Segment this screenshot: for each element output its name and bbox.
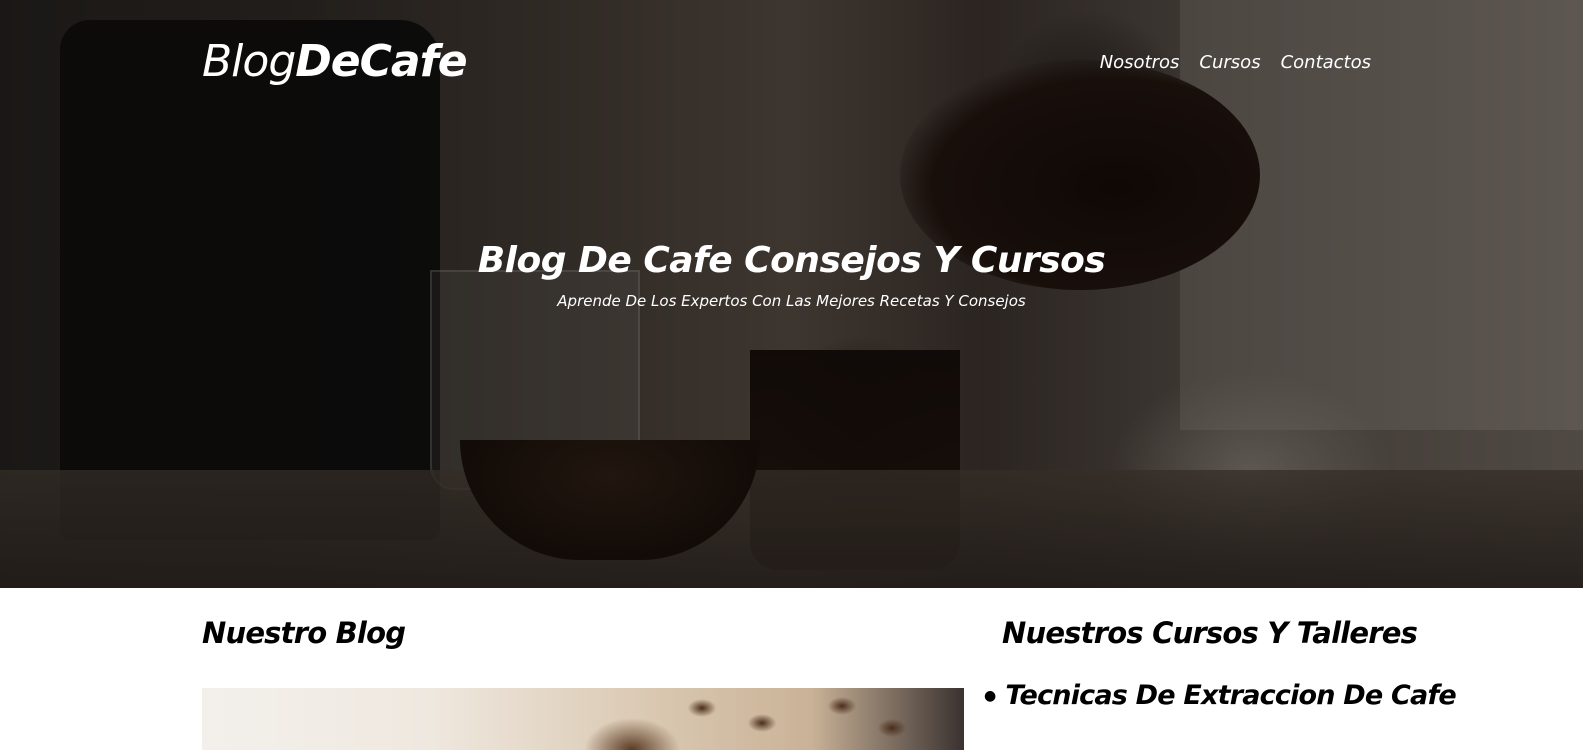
course-item-label: Tecnicas De Extraccion De Cafe <box>1005 680 1456 711</box>
hero-title: Blog De Cafe Consejos Y Cursos <box>477 240 1106 281</box>
nav-link-contactos[interactable]: Contactos <box>1281 52 1371 73</box>
site-logo[interactable]: BlogDeCafe <box>202 36 468 87</box>
blog-entry-image[interactable] <box>202 688 964 750</box>
nav-link-cursos[interactable]: Cursos <box>1199 52 1260 73</box>
logo-light-text: Blog <box>202 36 296 87</box>
hero-banner: BlogDeCafe Nosotros Cursos Contactos Blo… <box>0 0 1583 588</box>
courses-heading: Nuestros Cursos Y Talleres <box>1002 616 1418 650</box>
bullet-icon: ● <box>984 687 996 704</box>
hero-subtitle: Aprende De Los Expertos Con Las Mejores … <box>557 292 1026 310</box>
course-item[interactable]: ● Tecnicas De Extraccion De Cafe <box>984 680 1457 711</box>
courses-list: ● Tecnicas De Extraccion De Cafe <box>984 680 1457 711</box>
nav-link-nosotros[interactable]: Nosotros <box>1100 52 1180 73</box>
logo-bold-text: DeCafe <box>295 36 467 87</box>
blog-heading: Nuestro Blog <box>202 616 406 650</box>
main-nav: Nosotros Cursos Contactos <box>1100 52 1371 73</box>
